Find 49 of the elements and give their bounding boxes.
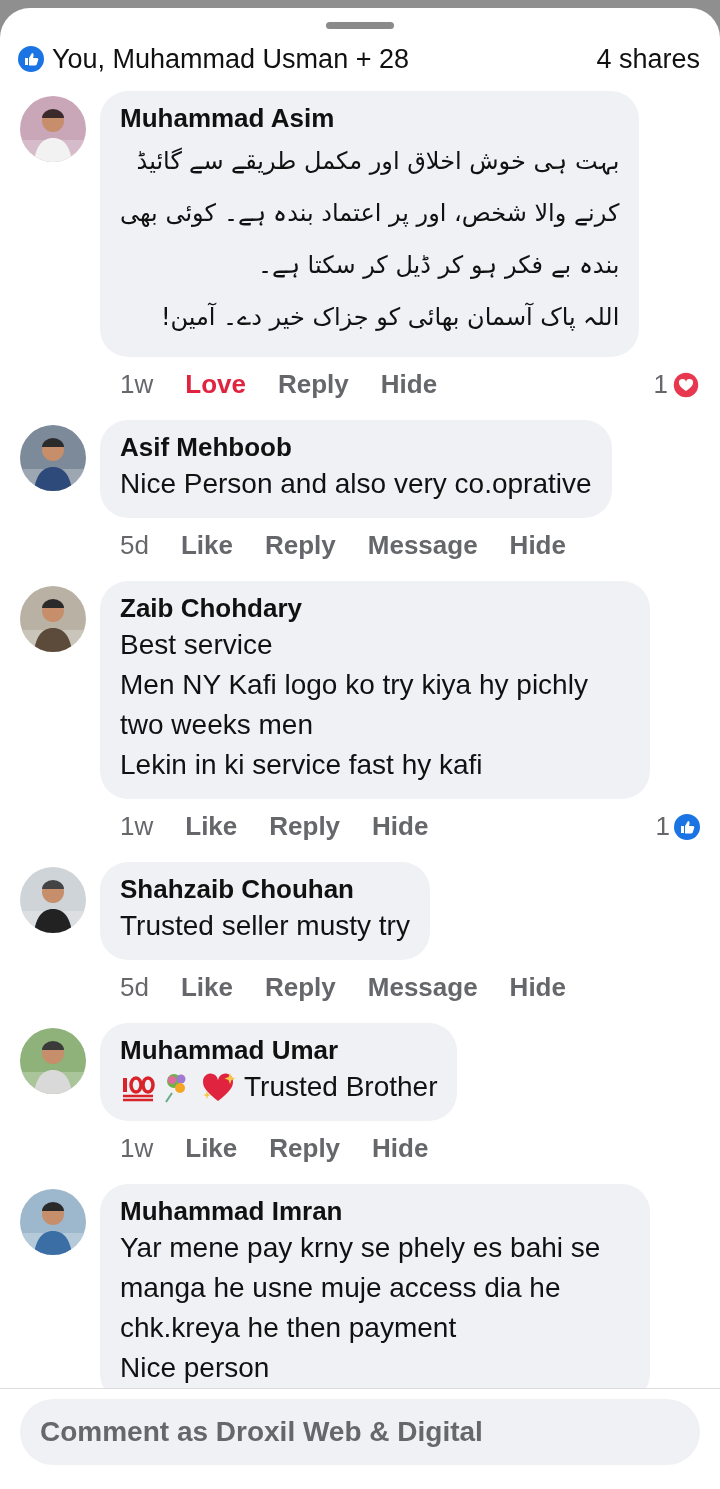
- action-link[interactable]: Reply: [264, 530, 336, 561]
- comment-author[interactable]: Muhammad Umar: [120, 1033, 438, 1067]
- comment-text: Yar mene pay krny se phely es bahi se manga he usne muje access dia he chk.kreya he then payment: [120, 1231, 602, 1345]
- action-link[interactable]: Hide: [372, 1133, 429, 1164]
- comment-author[interactable]: Asif Mehboob: [120, 430, 592, 464]
- action-link[interactable]: Hide: [372, 811, 429, 842]
- action-link[interactable]: Reply: [269, 811, 341, 842]
- action-link[interactable]: Reply: [277, 369, 349, 400]
- comment-time: 5d: [120, 530, 149, 561]
- comment-text: بندہ بے فکر ہو کر ڈیل کر سکتا ہے۔: [256, 250, 620, 281]
- comment-text: Best service: [120, 628, 274, 662]
- comment-text: Trusted Brother: [244, 1070, 438, 1104]
- comment-text: بہت ہی خوش اخلاق اور مکمل طریقے سے گائیڈ: [135, 146, 620, 177]
- action-link[interactable]: Reply: [264, 972, 336, 1003]
- action-link[interactable]: Like: [185, 1133, 238, 1164]
- drag-handle[interactable]: [326, 22, 394, 29]
- comment-text: اللہ پاک آسمان بھائی کو جزاک خیر دے۔ آمین!: [159, 301, 620, 333]
- action-link[interactable]: Love: [185, 369, 246, 400]
- action-link[interactable]: Like: [185, 811, 238, 842]
- reaction-count: 1: [653, 369, 668, 400]
- comment-author[interactable]: Zaib Chohdary: [120, 591, 630, 625]
- action-link[interactable]: Message: [367, 972, 478, 1003]
- comment-time: 1w: [120, 811, 154, 842]
- sparkling-heart-icon: [200, 1071, 238, 1103]
- comment-text: Lekin in ki service fast hy kafi: [120, 748, 484, 782]
- action-link[interactable]: Like: [180, 530, 233, 561]
- comment-field[interactable]: Comment as Droxil Web & Digital: [20, 1399, 700, 1465]
- comment-text: Men NY Kafi logo ko try kiya hy pichly two weeks men: [120, 668, 589, 742]
- reactors-text[interactable]: You, Muhammad Usman + 28: [52, 43, 409, 75]
- action-link[interactable]: Hide: [509, 972, 566, 1003]
- comment-author[interactable]: Muhammad Imran: [120, 1194, 630, 1228]
- comment-time: 5d: [120, 972, 149, 1003]
- comment-time: 1w: [120, 369, 154, 400]
- action-link[interactable]: Reply: [269, 1133, 341, 1164]
- comment-author[interactable]: Muhammad Asim: [120, 101, 620, 135]
- shares-count[interactable]: 4 shares: [596, 43, 700, 75]
- action-link[interactable]: Hide: [380, 369, 438, 400]
- action-link[interactable]: Message: [367, 530, 478, 561]
- comment-text: Nice person: [120, 1351, 271, 1385]
- comment-author[interactable]: Shahzaib Chouhan: [120, 872, 410, 906]
- like-icon: [18, 46, 44, 72]
- comment-time: 1w: [120, 1133, 154, 1164]
- action-link[interactable]: Like: [180, 972, 233, 1003]
- action-link[interactable]: Hide: [509, 530, 566, 561]
- comment-text: کرنے والا شخص، اور پر اعتماد بندہ ہے۔ کوئی بھی: [120, 198, 620, 229]
- like-icon: [674, 813, 700, 840]
- reaction-count: 1: [655, 811, 670, 842]
- comment-text: Nice Person and also very co.oprative: [120, 467, 592, 501]
- comment-text: Trusted seller musty try: [120, 909, 410, 943]
